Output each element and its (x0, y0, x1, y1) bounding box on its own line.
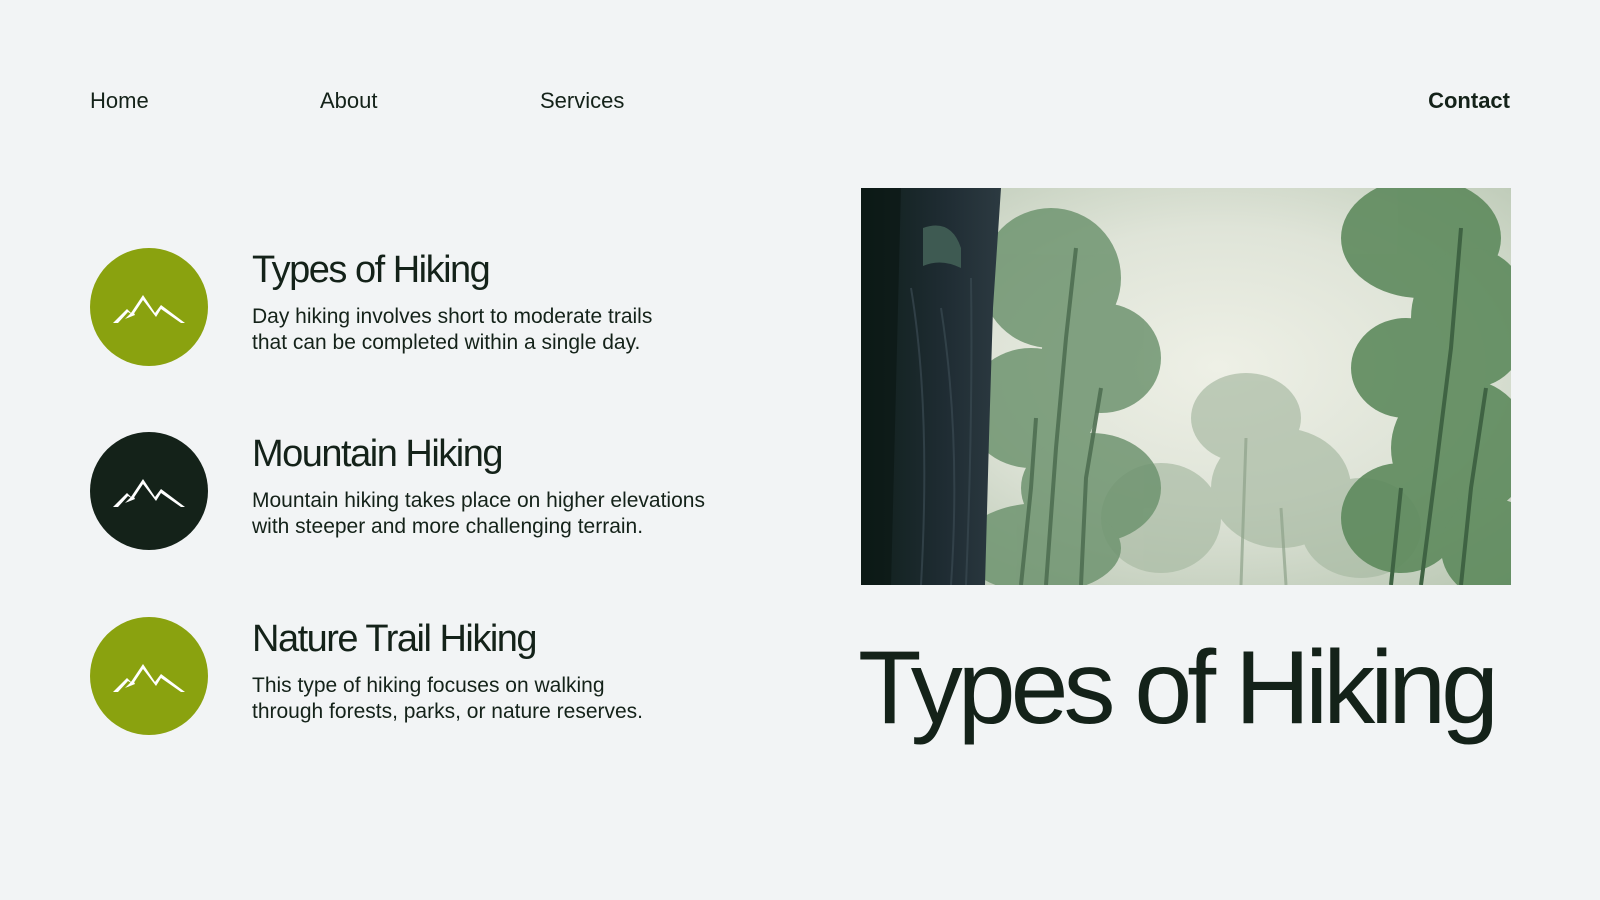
feature-description-line: This type of hiking focuses on walking (252, 674, 605, 697)
mountain-icon (113, 295, 185, 323)
feature-description: This type of hiking focuses on walking t… (252, 673, 772, 725)
mountain-icon (113, 664, 185, 692)
page: Home About Services Contact Types of Hik… (0, 0, 1600, 900)
feature-text: Mountain Hiking Mountain hiking takes pl… (252, 432, 772, 540)
feature-item-day-hiking: Types of Hiking Day hiking involves shor… (90, 248, 770, 366)
feature-text: Types of Hiking Day hiking involves shor… (252, 248, 772, 356)
feature-description: Day hiking involves short to moderate tr… (252, 304, 772, 356)
feature-title: Mountain Hiking (252, 433, 503, 475)
nav-contact-link[interactable]: Contact (1428, 86, 1510, 116)
feature-title: Nature Trail Hiking (252, 618, 538, 660)
feature-description-line: Mountain hiking takes place on higher el… (252, 489, 705, 512)
feature-icon-badge (90, 248, 208, 366)
feature-description-line: with steeper and more challenging terrai… (252, 515, 644, 538)
top-nav: Home About Services Contact (90, 86, 1510, 116)
feature-item-mountain-hiking: Mountain Hiking Mountain hiking takes pl… (90, 432, 770, 550)
hero-title: Types of Hiking (858, 630, 1499, 746)
feature-description-line: Day hiking involves short to moderate tr… (252, 305, 653, 328)
feature-description-line: that can be completed within a single da… (252, 331, 641, 354)
nav-services-link[interactable]: Services (540, 86, 624, 116)
nav-home-link[interactable]: Home (90, 86, 149, 116)
feature-description-line: through forests, parks, or nature reserv… (252, 700, 644, 723)
feature-icon-badge (90, 617, 208, 735)
feature-title: Types of Hiking (252, 249, 491, 291)
mountain-icon (113, 479, 185, 507)
feature-description: Mountain hiking takes place on higher el… (252, 488, 772, 540)
feature-text: Nature Trail Hiking This type of hiking … (252, 617, 772, 725)
forest-photo-illustration (861, 188, 1511, 585)
forest-photo (861, 188, 1511, 585)
nav-about-link[interactable]: About (320, 86, 378, 116)
feature-item-nature-trail-hiking: Nature Trail Hiking This type of hiking … (90, 617, 770, 735)
feature-icon-badge (90, 432, 208, 550)
